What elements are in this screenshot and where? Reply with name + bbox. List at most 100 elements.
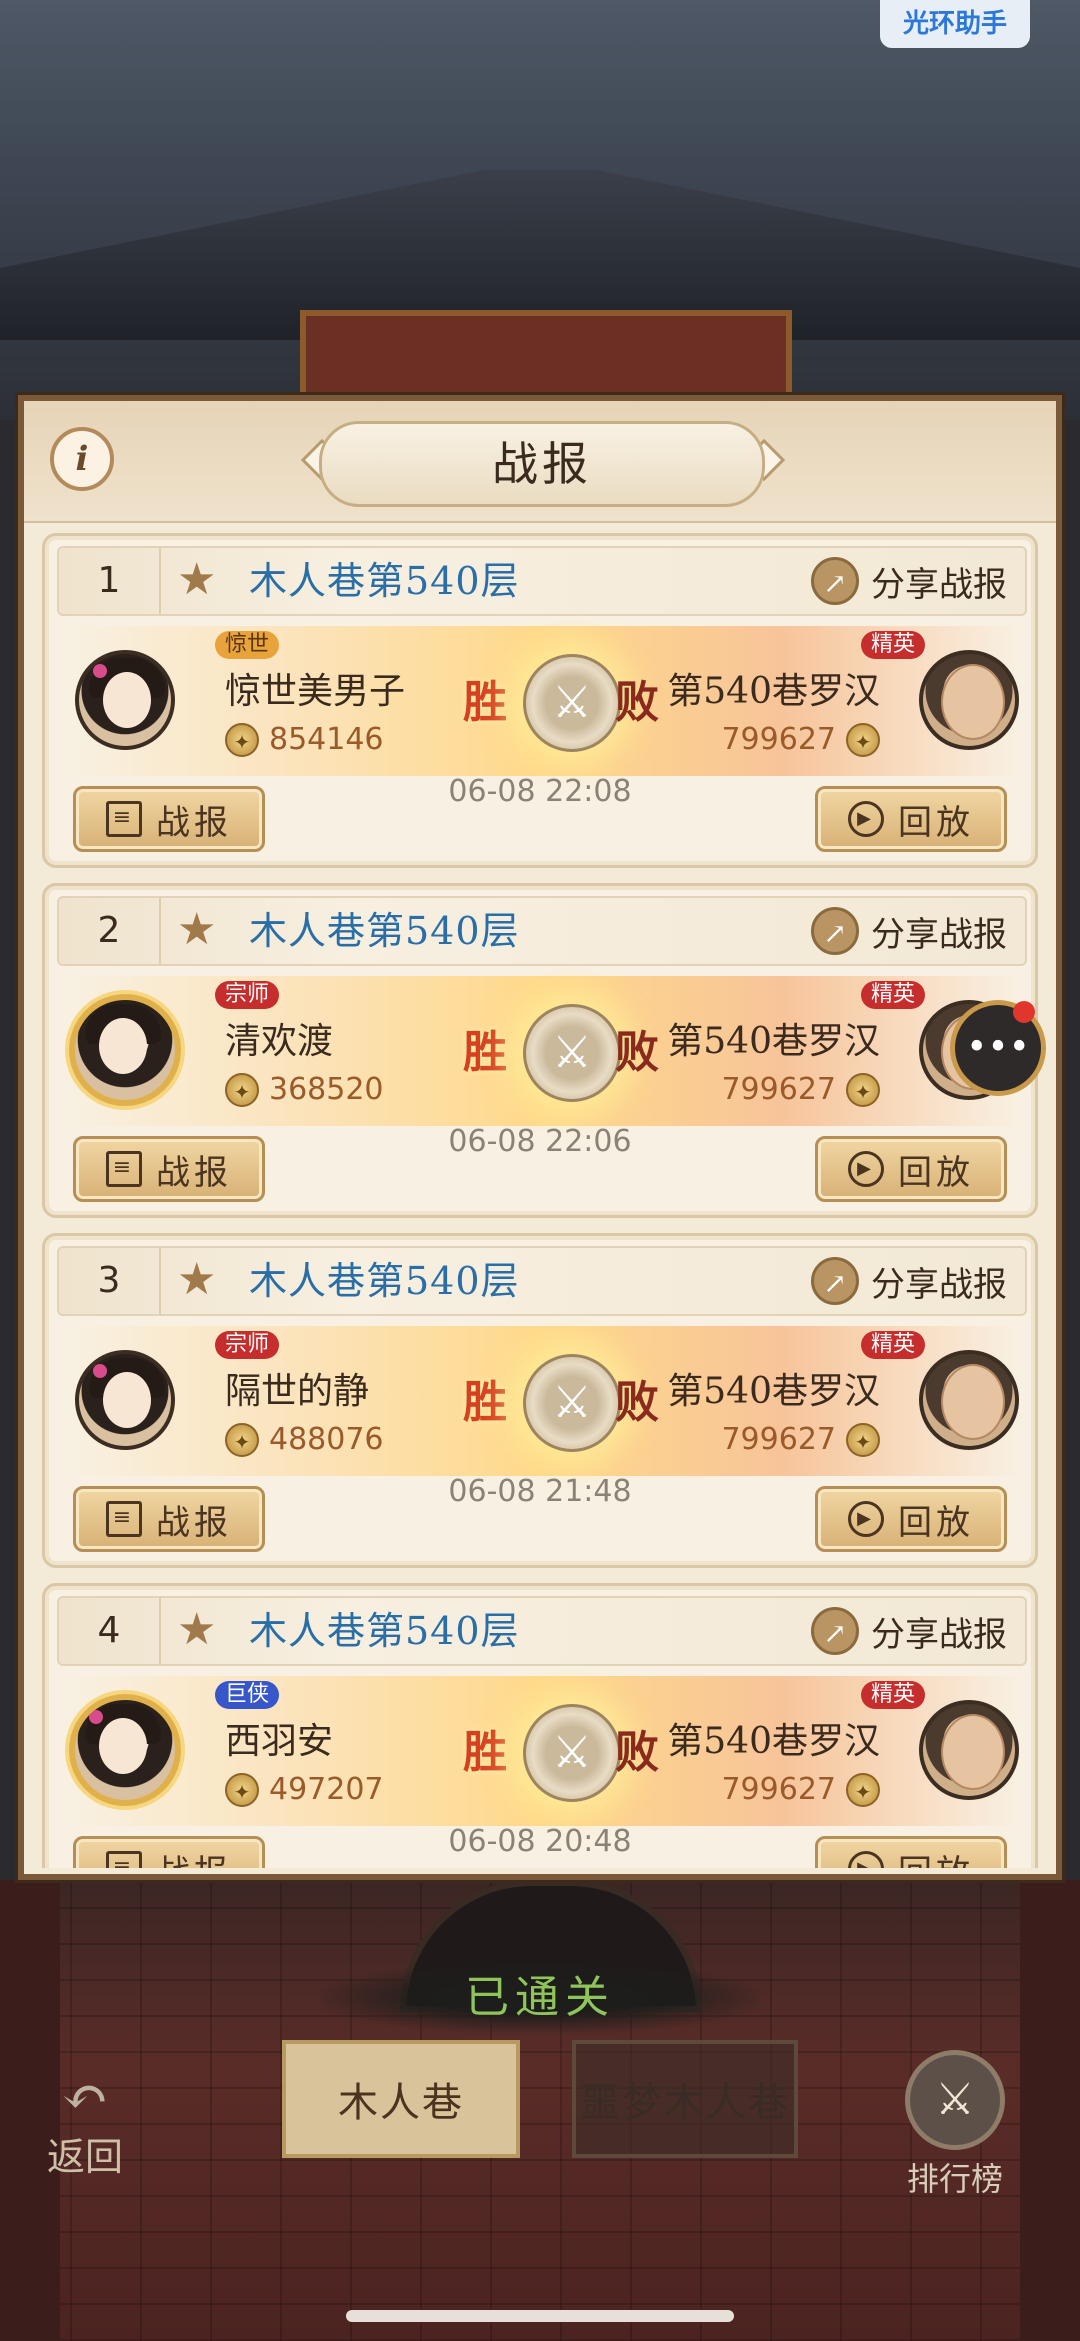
chat-bubble-button[interactable]: ••• — [950, 1000, 1046, 1096]
star-icon: ★ — [177, 554, 217, 605]
share-icon: ↗ — [811, 1607, 859, 1655]
info-icon[interactable]: i — [50, 427, 114, 491]
play-icon: ▶ — [848, 1851, 884, 1868]
card-header: 1 ★ 木人巷第540层 ↗ 分享战报 — [57, 546, 1027, 616]
share-label: 分享战报 — [871, 564, 1007, 605]
enemy-name: 第540巷罗汉 — [667, 1371, 880, 1412]
enemy-name: 第540巷罗汉 — [667, 671, 880, 712]
win-label: 胜 — [463, 1727, 507, 1778]
stage-title: 木人巷第540层 — [249, 909, 520, 953]
stage-title: 木人巷第540层 — [249, 1609, 520, 1653]
enemy-avatar[interactable] — [919, 1350, 1019, 1450]
helper-button[interactable]: 光环助手 — [880, 0, 1030, 48]
replay-button[interactable]: ▶ 回放 — [815, 786, 1007, 852]
win-label: 胜 — [463, 1027, 507, 1078]
enemy-avatar[interactable] — [919, 650, 1019, 750]
record-index: 1 — [59, 548, 161, 614]
battle-report-panel: i 战报 1 ★ 木人巷第540层 ↗ 分享战报 惊世 惊世美男子 ✦ 8541… — [18, 395, 1062, 1880]
power-icon: ✦ — [225, 722, 259, 757]
enemy-power-value: 799627 — [721, 1072, 836, 1107]
battle-record-list[interactable]: 1 ★ 木人巷第540层 ↗ 分享战报 惊世 惊世美男子 ✦ 854146 胜 — [42, 533, 1038, 1868]
replay-button[interactable]: ▶ 回放 — [815, 1836, 1007, 1868]
battle-record-card: 1 ★ 木人巷第540层 ↗ 分享战报 惊世 惊世美男子 ✦ 854146 胜 — [42, 533, 1038, 868]
player-title-badge: 巨侠 — [215, 1681, 280, 1709]
replay-label: 回放 — [898, 802, 974, 843]
share-label: 分享战报 — [871, 1264, 1007, 1305]
player-avatar[interactable] — [75, 650, 175, 750]
star-icon: ★ — [177, 904, 217, 955]
panel-title: 战报 — [319, 421, 765, 507]
crossed-swords-icon: ⚔ — [523, 1704, 621, 1802]
power-icon: ✦ — [846, 1772, 880, 1807]
crossed-swords-icon: ⚔ — [523, 1354, 621, 1452]
replay-button[interactable]: ▶ 回放 — [815, 1486, 1007, 1552]
battle-record-card: 3 ★ 木人巷第540层 ↗ 分享战报 宗师 隔世的静 ✦ 488076 胜 ⚔… — [42, 1233, 1038, 1568]
chat-ellipsis-icon: ••• — [966, 1027, 1030, 1068]
hair-flower-icon — [93, 664, 107, 678]
player-power: ✦ 854146 — [225, 722, 384, 757]
replay-label: 回放 — [898, 1502, 974, 1543]
crossed-swords-icon: ⚔ — [523, 654, 621, 752]
power-icon: ✦ — [225, 1072, 259, 1107]
power-icon: ✦ — [225, 1772, 259, 1807]
enemy-avatar[interactable] — [919, 1700, 1019, 1800]
panel-header: i 战报 — [24, 401, 1056, 523]
share-report-button[interactable]: ↗ 分享战报 — [811, 1604, 1007, 1658]
card-header: 2 ★ 木人巷第540层 ↗ 分享战报 — [57, 896, 1027, 966]
list-icon: ≡ — [106, 801, 142, 837]
enemy-name: 第540巷罗汉 — [667, 1021, 880, 1062]
battle-report-button[interactable]: ≡ 战报 — [73, 1136, 265, 1202]
battle-report-button[interactable]: ≡ 战报 — [73, 1486, 265, 1552]
power-icon: ✦ — [225, 1422, 259, 1457]
report-label: 战报 — [156, 1845, 232, 1869]
power-icon: ✦ — [846, 722, 880, 757]
player-name: 隔世的静 — [225, 1371, 370, 1412]
share-icon: ↗ — [811, 907, 859, 955]
tab-nightmare-wooden-lane[interactable]: 噩梦木人巷 — [572, 2040, 798, 2158]
report-label: 战报 — [156, 1502, 232, 1543]
home-indicator[interactable] — [346, 2310, 734, 2322]
player-avatar[interactable] — [69, 994, 181, 1106]
pillar-right — [1020, 1880, 1080, 2341]
replay-button[interactable]: ▶ 回放 — [815, 1136, 1007, 1202]
share-report-button[interactable]: ↗ 分享战报 — [811, 554, 1007, 608]
avatar-face — [103, 1372, 151, 1428]
play-icon: ▶ — [848, 1501, 884, 1537]
back-arrow-icon: ↶ — [61, 2065, 109, 2130]
back-button[interactable]: ↶ 返回 — [30, 2065, 140, 2180]
star-icon: ★ — [177, 1254, 217, 1305]
star-icon: ★ — [177, 1604, 217, 1655]
tab-wooden-lane[interactable]: 木人巷 — [282, 2040, 520, 2158]
player-name: 惊世美男子 — [225, 671, 406, 712]
ranking-button[interactable]: ⚔ 排行榜 — [890, 2050, 1020, 2198]
share-report-button[interactable]: ↗ 分享战报 — [811, 904, 1007, 958]
enemy-power-value: 799627 — [721, 1422, 836, 1457]
power-icon: ✦ — [846, 1072, 880, 1107]
player-power: ✦ 497207 — [225, 1772, 384, 1807]
card-header: 4 ★ 木人巷第540层 ↗ 分享战报 — [57, 1596, 1027, 1666]
player-name: 西羽安 — [225, 1721, 334, 1762]
win-label: 胜 — [463, 1377, 507, 1428]
power-icon: ✦ — [846, 1422, 880, 1457]
avatar-face — [99, 1018, 147, 1074]
player-power: ✦ 488076 — [225, 1422, 384, 1457]
share-icon: ↗ — [811, 1257, 859, 1305]
notification-dot — [1013, 1001, 1035, 1023]
player-avatar[interactable] — [69, 1694, 181, 1806]
card-header: 3 ★ 木人巷第540层 ↗ 分享战报 — [57, 1246, 1027, 1316]
share-label: 分享战报 — [871, 1614, 1007, 1655]
share-report-button[interactable]: ↗ 分享战报 — [811, 1254, 1007, 1308]
share-icon: ↗ — [811, 557, 859, 605]
replay-label: 回放 — [898, 1152, 974, 1193]
report-label: 战报 — [156, 1152, 232, 1193]
player-avatar[interactable] — [75, 1350, 175, 1450]
record-index: 3 — [59, 1248, 161, 1314]
battle-report-button[interactable]: ≡ 战报 — [73, 1836, 265, 1868]
player-power-value: 368520 — [269, 1072, 384, 1107]
battle-report-button[interactable]: ≡ 战报 — [73, 786, 265, 852]
player-power-value: 497207 — [269, 1772, 384, 1807]
monk-face — [941, 664, 1005, 740]
hair-flower-icon — [93, 1364, 107, 1378]
cleared-status-banner: 已通关 — [320, 1963, 760, 2033]
report-label: 战报 — [156, 802, 232, 843]
